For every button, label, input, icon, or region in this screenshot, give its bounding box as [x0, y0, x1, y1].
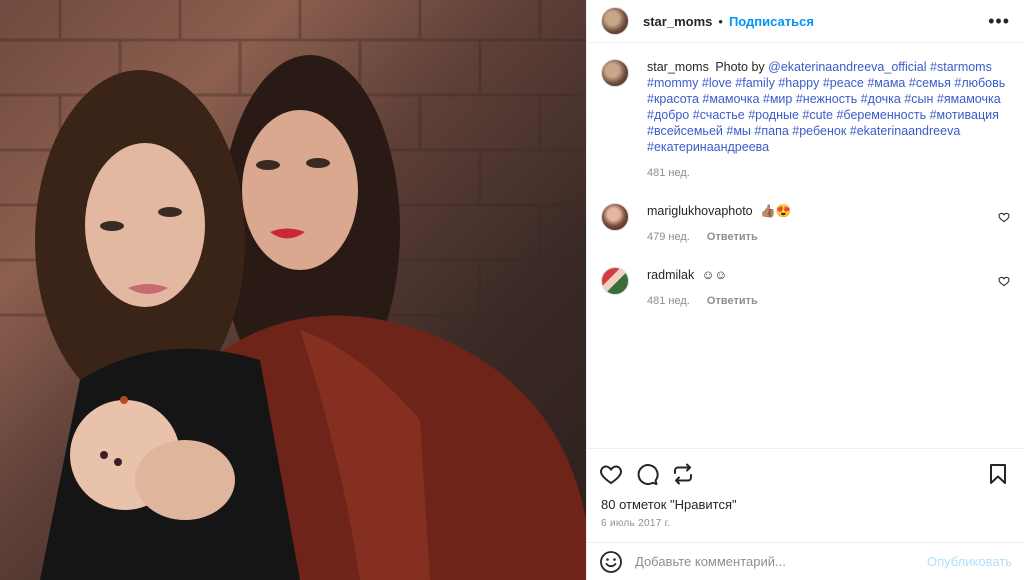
comment-row: mariglukhovaphoto 👍🏽😍 479 нед. Ответить [601, 203, 1010, 245]
comment-input[interactable] [635, 554, 927, 569]
hashtag-link[interactable]: #mommy [647, 76, 698, 90]
post-side-panel: star_moms • Подписаться ••• star_moms Ph… [586, 0, 1024, 580]
username-link[interactable]: star_moms [643, 14, 712, 29]
reply-button[interactable]: Ответить [707, 231, 758, 243]
reply-button[interactable]: Ответить [707, 295, 758, 307]
more-options-icon[interactable]: ••• [988, 11, 1010, 32]
hashtag-link[interactable]: #мотивация [930, 108, 999, 122]
hashtag-link[interactable]: #счастье [693, 108, 745, 122]
caption-username[interactable]: star_moms [647, 60, 709, 74]
comment-body: mariglukhovaphoto 👍🏽😍 479 нед. Ответить [647, 203, 1010, 245]
hashtag-link[interactable]: #ямамочка [937, 92, 1001, 106]
post-header: star_moms • Подписаться ••• [587, 0, 1024, 43]
photo-illustration [0, 0, 586, 580]
follow-button[interactable]: Подписаться [729, 14, 814, 29]
caption-time[interactable]: 481 нед. [647, 167, 690, 179]
hashtag-link[interactable]: #папа [754, 124, 788, 138]
hashtag-link[interactable]: #родные [748, 108, 799, 122]
caption-meta: 481 нед. [647, 165, 1010, 181]
hashtag-link[interactable]: #happy [778, 76, 819, 90]
hashtag-link[interactable]: #мы [726, 124, 751, 138]
comment-time[interactable]: 481 нед. [647, 295, 690, 307]
hashtag-link[interactable]: #peace [823, 76, 864, 90]
caption-hashtags: #starmoms #mommy #love #family #happy #p… [647, 60, 1005, 154]
caption-mention[interactable]: @ekaterinaandreeva_official [768, 60, 926, 74]
avatar[interactable] [601, 59, 629, 87]
comment-text: radmilak ☺☺ [647, 267, 1010, 283]
comment-like-heart-icon[interactable] [998, 275, 1010, 287]
hashtag-link[interactable]: #любовь [954, 76, 1005, 90]
hashtag-link[interactable]: #семья [909, 76, 951, 90]
comment-body: radmilak ☺☺ 481 нед. Ответить [647, 267, 1010, 309]
heart-icon[interactable] [599, 462, 623, 486]
avatar[interactable] [601, 203, 629, 231]
hashtag-link[interactable]: #сын [904, 92, 933, 106]
comment-text: mariglukhovaphoto 👍🏽😍 [647, 203, 1010, 219]
comment-meta: 479 нед. Ответить [647, 229, 1010, 245]
hashtag-link[interactable]: #ekaterinaandreeva [850, 124, 961, 138]
hashtag-link[interactable]: #добро [647, 108, 689, 122]
avatar[interactable] [601, 267, 629, 295]
post-photo[interactable] [0, 0, 586, 580]
repost-icon[interactable] [671, 462, 695, 486]
caption-text: star_moms Photo by @ekaterinaandreeva_of… [647, 59, 1010, 155]
emoji-icon[interactable] [599, 550, 623, 574]
comment-time[interactable]: 479 нед. [647, 231, 690, 243]
publish-button[interactable]: Опубликовать [927, 554, 1012, 569]
hashtag-link[interactable]: #мама [867, 76, 905, 90]
separator-dot: • [718, 13, 723, 29]
hashtag-link[interactable]: #екатеринаандреева [647, 140, 769, 154]
post-date[interactable]: 6 июль 2017 г. [599, 518, 1012, 529]
hashtag-link[interactable]: #дочка [861, 92, 901, 106]
hashtag-link[interactable]: #мир [763, 92, 792, 106]
hashtag-link[interactable]: #красота [647, 92, 699, 106]
hashtag-link[interactable]: #family [735, 76, 775, 90]
bookmark-icon[interactable] [986, 462, 1010, 486]
avatar[interactable] [601, 7, 629, 35]
comment-icon[interactable] [635, 462, 659, 486]
post-modal: star_moms • Подписаться ••• star_moms Ph… [0, 0, 1024, 580]
comment-content: ☺☺ [701, 268, 728, 282]
hashtag-link[interactable]: #cute [802, 108, 833, 122]
caption-lead: Photo by [715, 60, 765, 74]
hashtag-link[interactable]: #starmoms [930, 60, 992, 74]
hashtag-link[interactable]: #мамочка [702, 92, 759, 106]
comments-list[interactable]: star_moms Photo by @ekaterinaandreeva_of… [587, 43, 1024, 448]
caption-body: star_moms Photo by @ekaterinaandreeva_of… [647, 59, 1010, 181]
likes-count[interactable]: 80 отметок "Нравится" [599, 497, 1012, 512]
comment-meta: 481 нед. Ответить [647, 293, 1010, 309]
hashtag-link[interactable]: #всейсемьей [647, 124, 723, 138]
add-comment-bar: Опубликовать [587, 542, 1024, 580]
comment-like-heart-icon[interactable] [998, 211, 1010, 223]
hashtag-link[interactable]: #беременность [836, 108, 926, 122]
comment-username[interactable]: radmilak [647, 268, 694, 282]
caption-row: star_moms Photo by @ekaterinaandreeva_of… [601, 59, 1010, 181]
comment-row: radmilak ☺☺ 481 нед. Ответить [601, 267, 1010, 309]
hashtag-link[interactable]: #ребенок [792, 124, 846, 138]
hashtag-link[interactable]: #нежность [796, 92, 857, 106]
comment-username[interactable]: mariglukhovaphoto [647, 204, 753, 218]
action-icons [599, 459, 1012, 489]
hashtag-link[interactable]: #love [702, 76, 732, 90]
comment-content: 👍🏽😍 [760, 204, 792, 218]
